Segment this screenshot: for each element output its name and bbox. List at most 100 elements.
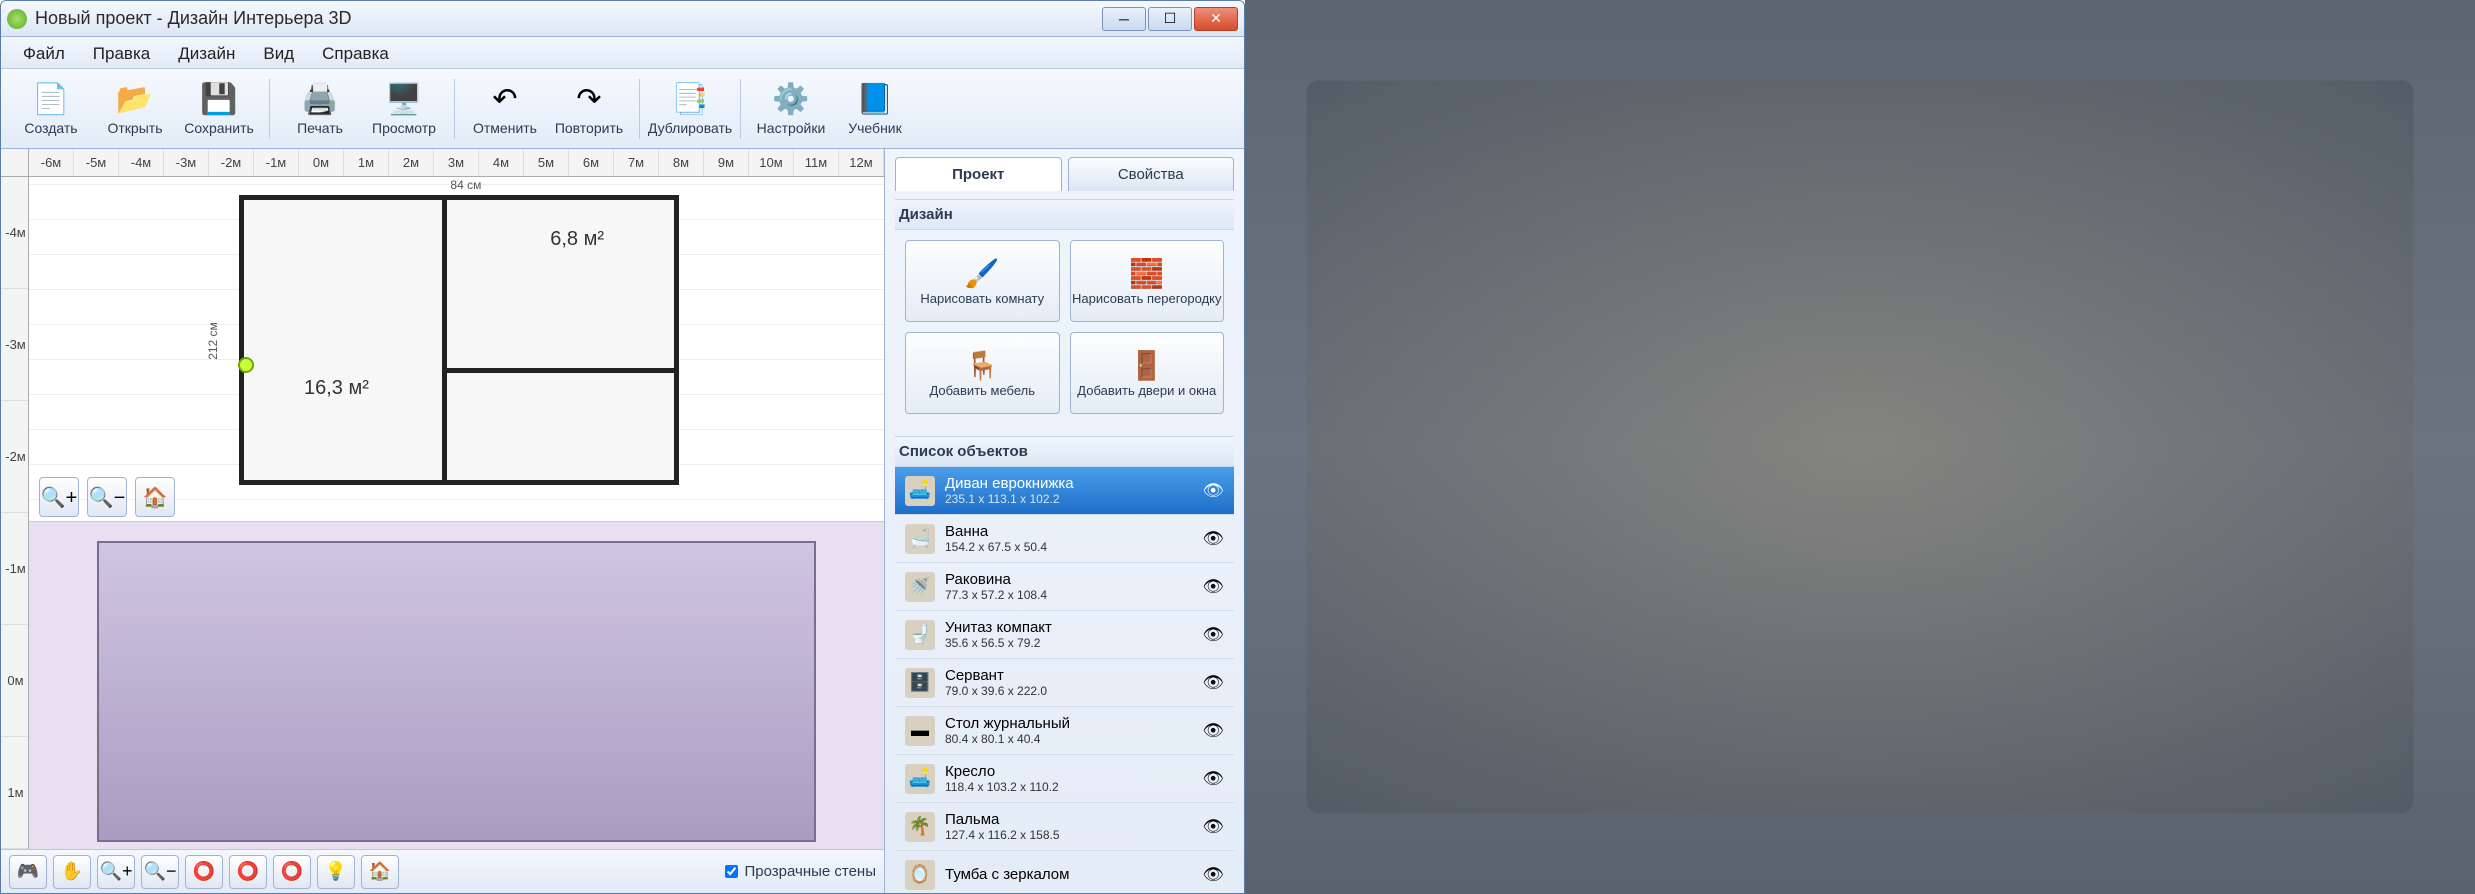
app-window: Новый проект - Дизайн Интерьера 3D ─ ☐ ✕…: [0, 0, 1245, 894]
object-name: Унитаз компакт: [945, 619, 1192, 636]
transparent-walls-label: Прозрачные стены: [744, 863, 876, 880]
close-button[interactable]: ✕: [1194, 7, 1238, 31]
design-label: Добавить двери и окна: [1077, 384, 1216, 399]
bottom-tool-0[interactable]: 🎮: [9, 855, 47, 889]
ruler-tick: 3м: [434, 149, 479, 176]
object-icon: 🛋️: [905, 764, 935, 794]
toolbar-отменить-button[interactable]: ↶Отменить: [465, 72, 545, 146]
menu-файл[interactable]: Файл: [9, 37, 79, 68]
zoom-out-button[interactable]: 🔍−: [87, 477, 127, 517]
toolbar-просмотр-button[interactable]: 🖥️Просмотр: [364, 72, 444, 146]
ruler-tick: -1м: [254, 149, 299, 176]
floor-plan-2d[interactable]: 16,3 м² 6,8 м² 212 см 84 см 🔍+🔍−🏠: [29, 177, 884, 521]
дублировать-icon: 📑: [670, 81, 710, 117]
ruler-tick: 6м: [569, 149, 614, 176]
bottom-tool-6[interactable]: ⭕: [273, 855, 311, 889]
objects-list[interactable]: 🛋️ Диван еврокнижка235.1 x 113.1 x 102.2 👁…: [895, 467, 1234, 894]
design-button[interactable]: 🚪Добавить двери и окна: [1070, 332, 1225, 414]
toolbar-label: Просмотр: [372, 120, 436, 136]
tab-проект[interactable]: Проект: [895, 157, 1062, 191]
app-icon: [7, 9, 27, 29]
object-icon: 🪞: [905, 860, 935, 890]
visibility-toggle-icon[interactable]: 👁: [1202, 673, 1224, 693]
bottom-tool-4[interactable]: ⭕: [185, 855, 223, 889]
design-section: Дизайн 🖌️Нарисовать комнату🧱Нарисовать п…: [885, 191, 1244, 428]
design-button[interactable]: 🧱Нарисовать перегородку: [1070, 240, 1225, 322]
design-button[interactable]: 🖌️Нарисовать комнату: [905, 240, 1060, 322]
object-name: Тумба с зеркалом: [945, 866, 1192, 883]
object-name: Пальма: [945, 811, 1192, 828]
transparent-walls-checkbox[interactable]: Прозрачные стены: [725, 863, 876, 880]
toolbar-печать-button[interactable]: 🖨️Печать: [280, 72, 360, 146]
toolbar-открыть-button[interactable]: 📂Открыть: [95, 72, 175, 146]
настройки-icon: ⚙️: [771, 81, 811, 117]
печать-icon: 🖨️: [300, 81, 340, 117]
preview-3d[interactable]: [29, 521, 884, 849]
minimize-button[interactable]: ─: [1102, 7, 1146, 31]
menu-правка[interactable]: Правка: [79, 37, 164, 68]
object-text: Сервант79.0 x 39.6 x 222.0: [945, 667, 1192, 698]
visibility-toggle-icon[interactable]: 👁: [1202, 721, 1224, 741]
floorplan[interactable]: 16,3 м² 6,8 м² 212 см 84 см: [239, 195, 679, 485]
visibility-toggle-icon[interactable]: 👁: [1202, 529, 1224, 549]
toolbar-label: Настройки: [757, 120, 826, 136]
design-button[interactable]: 🪑Добавить мебель: [905, 332, 1060, 414]
side-panel: ПроектСвойства Дизайн 🖌️Нарисовать комна…: [884, 149, 1244, 893]
design-label: Нарисовать комнату: [920, 292, 1044, 307]
toolbar-учебник-button[interactable]: 📘Учебник: [835, 72, 915, 146]
interior-wall-horizontal[interactable]: [442, 368, 674, 373]
toolbar-дублировать-button[interactable]: 📑Дублировать: [650, 72, 730, 146]
object-icon: 🌴: [905, 812, 935, 842]
zoom-in-button[interactable]: 🔍+: [39, 477, 79, 517]
bottom-tool-1[interactable]: ✋: [53, 855, 91, 889]
object-name: Стол журнальный: [945, 715, 1192, 732]
menu-справка[interactable]: Справка: [308, 37, 403, 68]
toolbar-создать-button[interactable]: 📄Создать: [11, 72, 91, 146]
visibility-toggle-icon[interactable]: 👁: [1202, 817, 1224, 837]
bottom-tool-7[interactable]: 💡: [317, 855, 355, 889]
toolbar-настройки-button[interactable]: ⚙️ Настройки: [751, 72, 831, 146]
tab-свойства[interactable]: Свойства: [1068, 157, 1235, 191]
visibility-toggle-icon[interactable]: 👁: [1202, 865, 1224, 885]
menu-дизайн[interactable]: Дизайн: [164, 37, 249, 68]
visibility-toggle-icon[interactable]: 👁: [1202, 577, 1224, 597]
toolbar-label: Учебник: [848, 120, 902, 136]
visibility-toggle-icon[interactable]: 👁: [1202, 625, 1224, 645]
bottom-tool-5[interactable]: ⭕: [229, 855, 267, 889]
interior-wall-vertical[interactable]: [442, 200, 447, 480]
home-button[interactable]: 🏠: [135, 477, 175, 517]
ruler-tick: 1м: [1, 737, 28, 849]
menu-вид[interactable]: Вид: [249, 37, 308, 68]
visibility-toggle-icon[interactable]: 👁: [1202, 481, 1224, 501]
object-text: Ванна154.2 x 67.5 x 50.4: [945, 523, 1192, 554]
toolbar-сохранить-button[interactable]: 💾Сохранить: [179, 72, 259, 146]
object-item[interactable]: ▬Стол журнальный80.4 x 80.1 x 40.4👁: [895, 707, 1234, 755]
menubar: ФайлПравкаДизайнВидСправка: [1, 37, 1244, 69]
design-header: Дизайн: [895, 199, 1234, 230]
object-item[interactable]: 🚽Унитаз компакт35.6 x 56.5 x 79.2👁: [895, 611, 1234, 659]
objects-header: Список объектов: [895, 436, 1234, 467]
canvas-viewport[interactable]: 16,3 м² 6,8 м² 212 см 84 см 🔍+🔍−🏠: [29, 177, 884, 849]
canvas-body: -4м-3м-2м-1м0м1м 16,3 м² 6,8 м² 212 см 8…: [1, 177, 884, 849]
object-item[interactable]: 🛋️Диван еврокнижка235.1 x 113.1 x 102.2👁: [895, 467, 1234, 515]
ruler-h-ticks: -6м-5м-4м-3м-2м-1м0м1м2м3м4м5м6м7м8м9м10…: [29, 149, 884, 176]
object-item[interactable]: 🚿Раковина77.3 x 57.2 x 108.4👁: [895, 563, 1234, 611]
object-item[interactable]: 🛁Ванна154.2 x 67.5 x 50.4👁: [895, 515, 1234, 563]
bottom-toolbar: 🎮✋🔍+🔍−⭕⭕⭕💡🏠Прозрачные стены: [1, 849, 884, 893]
visibility-toggle-icon[interactable]: 👁: [1202, 769, 1224, 789]
drag-handle[interactable]: [238, 357, 254, 373]
object-item[interactable]: 🪞 Тумба с зеркалом 👁: [895, 851, 1234, 894]
toolbar-повторить-button[interactable]: ↷Повторить: [549, 72, 629, 146]
bottom-tool-2[interactable]: 🔍+: [97, 855, 135, 889]
maximize-button[interactable]: ☐: [1148, 7, 1192, 31]
object-item[interactable]: 🛋️Кресло118.4 x 103.2 x 110.2👁: [895, 755, 1234, 803]
transparent-walls-input[interactable]: [725, 865, 738, 878]
bottom-tool-8[interactable]: 🏠: [361, 855, 399, 889]
design-icon: 🪑: [965, 348, 1000, 384]
bottom-tool-3[interactable]: 🔍−: [141, 855, 179, 889]
object-dimensions: 77.3 x 57.2 x 108.4: [945, 588, 1192, 602]
object-item[interactable]: 🌴Пальма127.4 x 116.2 x 158.5👁: [895, 803, 1234, 851]
object-name: Раковина: [945, 571, 1192, 588]
object-item[interactable]: 🗄️Сервант79.0 x 39.6 x 222.0👁: [895, 659, 1234, 707]
object-text: Диван еврокнижка235.1 x 113.1 x 102.2: [945, 475, 1192, 506]
